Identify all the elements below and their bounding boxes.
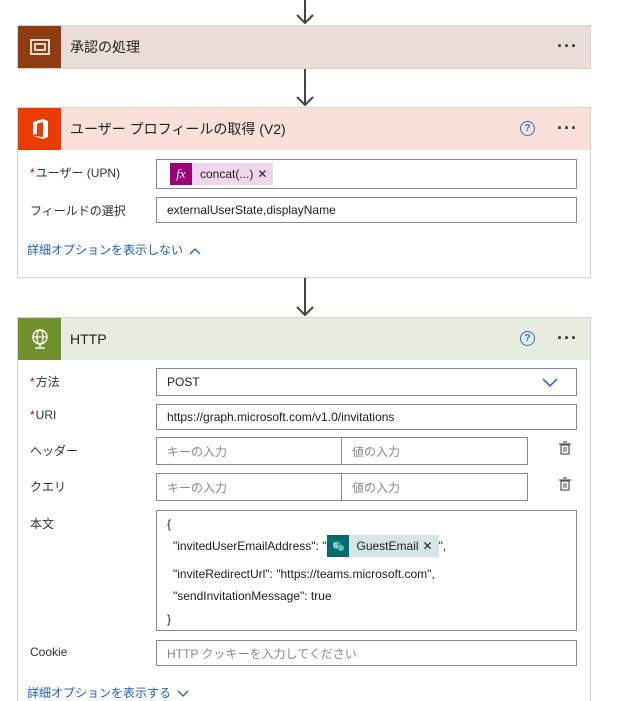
svg-text:S: S: [333, 543, 338, 550]
query-value-input[interactable]: 値の入力: [341, 473, 528, 501]
delete-header-icon[interactable]: [558, 441, 572, 455]
header-label: ヘッダー: [30, 444, 79, 458]
uri-input[interactable]: https://graph.microsoft.com/v1.0/invitat…: [156, 404, 577, 430]
user-upn-label: *ユーザー (UPN): [30, 166, 121, 180]
query-label: クエリ: [30, 480, 67, 494]
query-key-input[interactable]: キーの入力: [156, 473, 342, 501]
body-line-3: "inviteRedirectUrl": "https://teams.micr…: [173, 567, 435, 581]
http-more-options-icon[interactable]: ···: [557, 329, 578, 347]
approval-action-card[interactable]: 承認の処理 ···: [17, 25, 591, 69]
cookie-input[interactable]: HTTP クッキーを入力してください: [156, 640, 577, 666]
flow-arrow-2: [296, 69, 314, 107]
method-select[interactable]: POST: [156, 368, 577, 396]
approval-card-header[interactable]: 承認の処理 ···: [18, 26, 590, 68]
sharepoint-icon: S: [326, 535, 349, 557]
profile-card-header[interactable]: ユーザー プロフィールの取得 (V2) ? ···: [18, 108, 590, 150]
flow-arrow-3: [296, 278, 314, 317]
guest-email-token[interactable]: S GuestEmail ✕: [326, 535, 439, 557]
body-editor[interactable]: { "invitedUserEmailAddress": " S GuestEm…: [156, 510, 577, 631]
approval-more-options-icon[interactable]: ···: [557, 37, 578, 55]
chevron-up-icon: [189, 247, 201, 255]
http-help-icon[interactable]: ?: [520, 331, 535, 346]
remove-token-icon[interactable]: ✕: [423, 539, 439, 553]
fields-select-input[interactable]: externalUserState,displayName: [156, 197, 577, 223]
fx-icon: fx: [170, 163, 192, 185]
get-user-profile-card: ユーザー プロフィールの取得 (V2) ? ··· *ユーザー (UPN) fx…: [17, 107, 591, 278]
body-line-1: {: [167, 517, 172, 531]
cookie-label: Cookie: [30, 645, 68, 659]
remove-token-icon[interactable]: ✕: [257, 167, 273, 181]
profile-more-options-icon[interactable]: ···: [557, 119, 578, 137]
approval-card-title: 承認の処理: [70, 39, 140, 55]
body-label: 本文: [30, 517, 55, 531]
header-value-input[interactable]: 値の入力: [341, 437, 528, 465]
body-line-2: "invitedUserEmailAddress": " S GuestEmai…: [173, 535, 446, 557]
flow-arrow-top: [296, 0, 314, 25]
body-line-4: "sendInvitationMessage": true: [173, 589, 332, 603]
http-card-header[interactable]: HTTP ? ···: [18, 318, 590, 360]
office-icon: [18, 108, 61, 150]
delete-query-icon[interactable]: [558, 477, 572, 491]
concat-expression-token[interactable]: fx concat(...) ✕: [170, 163, 274, 185]
chevron-down-icon: [177, 690, 189, 697]
http-card-title: HTTP: [70, 331, 107, 347]
chevron-down-icon: [542, 378, 558, 388]
show-advanced-options-link[interactable]: 詳細オプションを表示する: [27, 684, 189, 701]
http-action-card: HTTP ? ··· *方法 POST *URI https://graph.m…: [17, 317, 591, 701]
profile-card-title: ユーザー プロフィールの取得 (V2): [70, 121, 286, 137]
header-key-input[interactable]: キーの入力: [156, 437, 342, 465]
uri-label: *URI: [30, 408, 57, 422]
approval-icon: [18, 26, 61, 68]
hide-advanced-options-link[interactable]: 詳細オプションを表示しない: [27, 241, 201, 258]
globe-icon: [18, 318, 61, 360]
body-line-5: }: [167, 612, 172, 626]
fields-select-label: フィールドの選択: [30, 204, 126, 218]
method-label: *方法: [30, 375, 60, 389]
user-upn-field[interactable]: fx concat(...) ✕: [156, 159, 577, 189]
profile-help-icon[interactable]: ?: [520, 121, 535, 136]
